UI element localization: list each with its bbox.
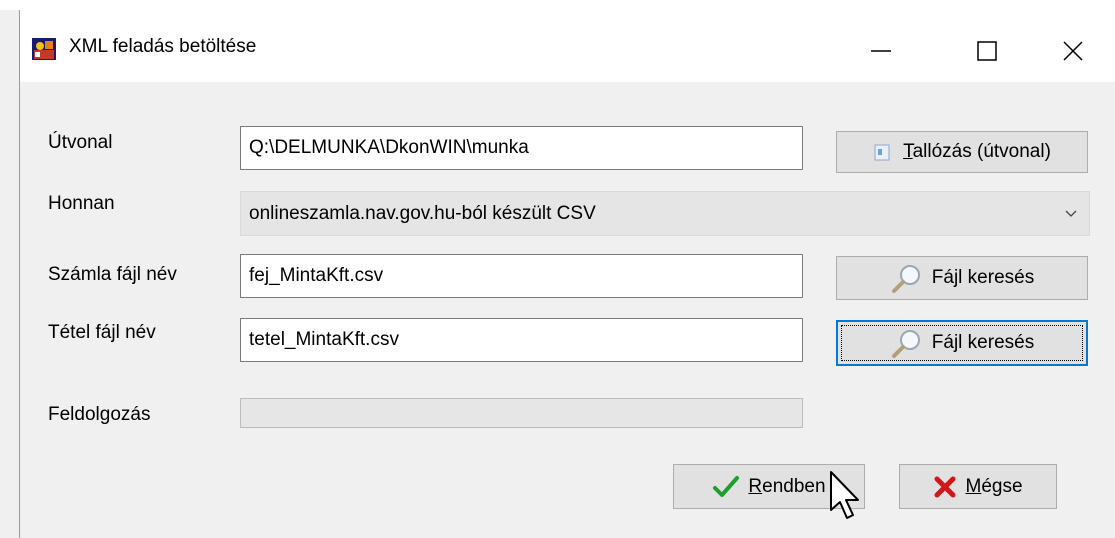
checkmark-icon [713,475,740,497]
processing-progress-bar [240,398,803,428]
close-button[interactable] [1027,20,1115,82]
item-file-search-button[interactable]: Fájl keresés [836,320,1088,366]
red-x-icon [934,476,956,497]
path-input[interactable]: Q:\DELMUNKA\DkonWIN\munka [240,126,803,170]
invoice-file-input[interactable]: fej_MintaKft.csv [240,254,803,298]
item-file-search-label: Fájl keresés [931,332,1035,353]
minimize-button[interactable] [835,20,927,82]
maximize-button[interactable] [941,20,1033,82]
item-file-input[interactable]: tetel_MintaKft.csv [240,318,803,362]
folder-browse-icon [874,144,890,161]
browse-path-button[interactable]: Tallózás (útvonal) [836,131,1088,173]
title-bar[interactable]: XML feladás betöltése [20,10,1115,82]
source-select[interactable]: onlineszamla.nav.gov.hu-ból készült CSV [240,191,1090,236]
cancel-label: Mégse [965,475,1023,497]
source-select-value: onlineszamla.nav.gov.hu-ból készült CSV [249,202,596,224]
chevron-down-icon [1065,210,1077,217]
ok-label: Rendben [748,475,826,497]
source-label: Honnan [48,193,115,214]
cancel-button[interactable]: Mégse [899,464,1057,509]
window-title: XML feladás betöltése [69,36,257,57]
browse-path-label: Tallózás (útvonal) [903,141,1051,162]
magnifier-icon [891,330,920,358]
minimize-icon [871,50,891,52]
close-icon [1063,41,1083,61]
invoice-file-search-button[interactable]: Fájl keresés [836,256,1088,300]
maximize-icon [977,41,997,61]
window-border [19,10,20,538]
invoice-file-label: Számla fájl név [48,264,177,285]
path-label: Útvonal [48,132,113,153]
app-logo-icon [32,38,56,60]
mouse-cursor-icon [830,471,859,519]
magnifier-icon [891,265,920,293]
invoice-file-search-label: Fájl keresés [931,267,1035,288]
item-file-label: Tétel fájl név [48,322,156,343]
processing-label: Feldolgozás [48,404,151,425]
